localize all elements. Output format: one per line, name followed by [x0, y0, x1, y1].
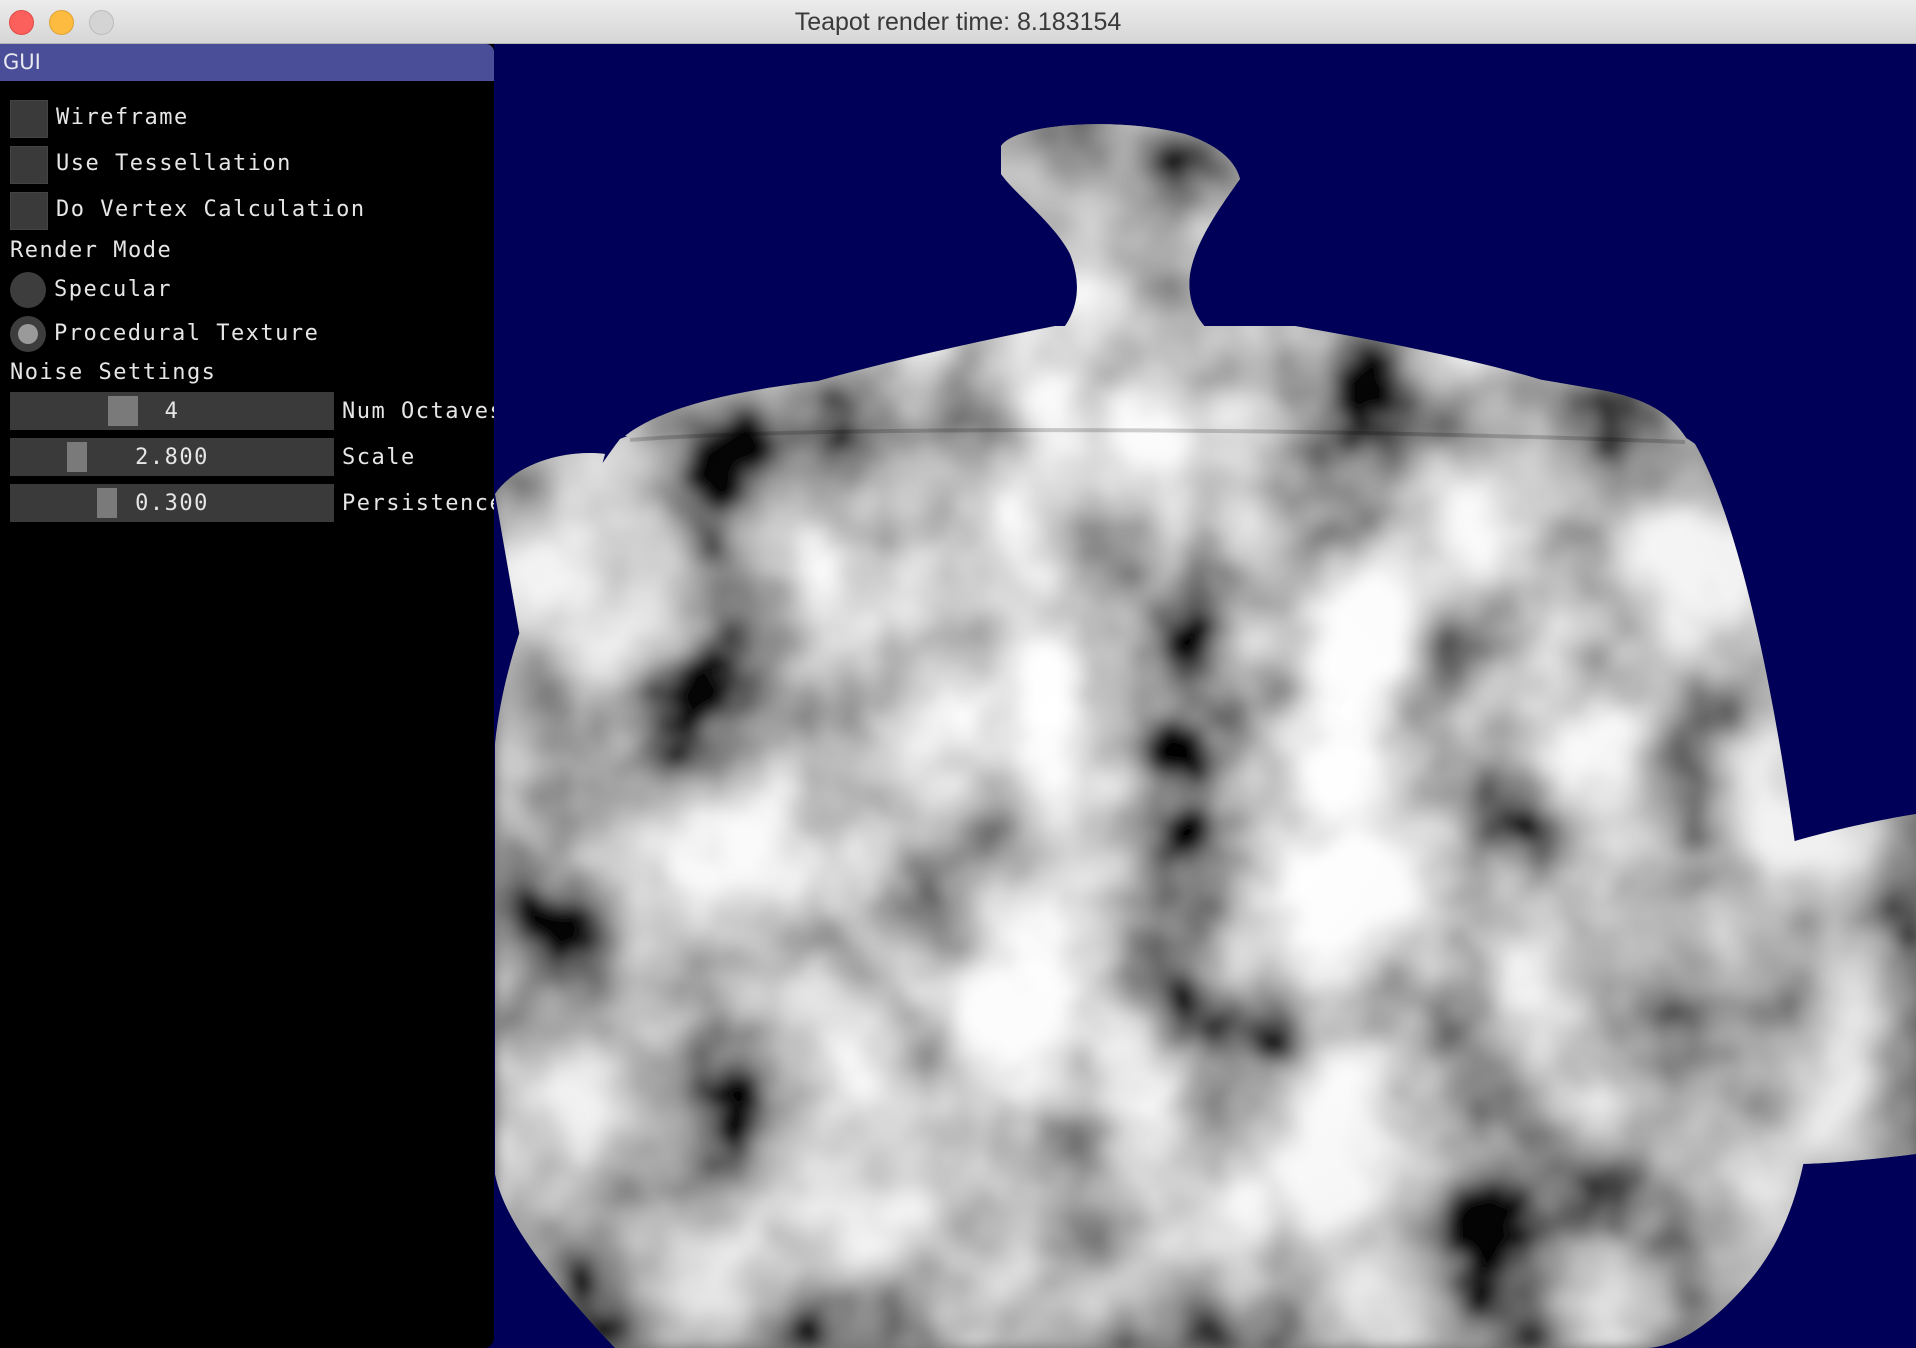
num-octaves-label: Num Octaves: [342, 399, 494, 424]
render-viewport[interactable]: [495, 44, 1916, 1348]
gui-panel-header[interactable]: GUI: [0, 44, 494, 81]
persistence-value: 0.300: [135, 491, 209, 516]
scale-label: Scale: [342, 445, 416, 470]
procedural-texture-radio-row[interactable]: Procedural Texture: [10, 314, 490, 354]
num-octaves-value: 4: [164, 399, 180, 424]
persistence-label: Persistence: [342, 491, 494, 516]
radio-selected-dot: [18, 324, 38, 344]
specular-radio[interactable]: [10, 272, 46, 308]
use-tessellation-checkbox[interactable]: [10, 146, 48, 184]
use-tessellation-checkbox-row[interactable]: Use Tessellation: [10, 144, 490, 184]
persistence-slider[interactable]: 0.300: [10, 484, 334, 522]
wireframe-checkbox[interactable]: [10, 100, 48, 138]
num-octaves-slider-row[interactable]: 4 Num Octaves: [10, 392, 494, 432]
title-bar: Teapot render time: 8.183154: [0, 0, 1916, 44]
procedural-texture-label: Procedural Texture: [54, 321, 320, 346]
scale-slider[interactable]: 2.800: [10, 438, 334, 476]
app-window: Teapot render time: 8.183154 GUI Wirefra…: [0, 0, 1916, 1348]
render-mode-heading: Render Mode: [10, 238, 173, 263]
teapot-render: [495, 124, 1916, 1348]
gui-panel-title: GUI: [3, 50, 41, 74]
persistence-slider-row[interactable]: 0.300 Persistence: [10, 484, 494, 524]
do-vertex-calculation-checkbox[interactable]: [10, 192, 48, 230]
gui-panel: GUI Wireframe Use Tessellation Do Vertex…: [0, 44, 494, 1348]
use-tessellation-label: Use Tessellation: [56, 151, 292, 176]
do-vertex-calculation-checkbox-row[interactable]: Do Vertex Calculation: [10, 190, 490, 230]
scale-slider-row[interactable]: 2.800 Scale: [10, 438, 490, 478]
do-vertex-calculation-label: Do Vertex Calculation: [56, 197, 366, 222]
scale-value: 2.800: [135, 445, 209, 470]
noise-settings-heading: Noise Settings: [10, 360, 217, 385]
window-title: Teapot render time: 8.183154: [794, 8, 1122, 36]
wireframe-label: Wireframe: [56, 105, 189, 130]
wireframe-checkbox-row[interactable]: Wireframe: [10, 98, 490, 138]
num-octaves-slider[interactable]: 4: [10, 392, 334, 430]
procedural-texture-radio[interactable]: [10, 316, 46, 352]
specular-label: Specular: [54, 277, 172, 302]
specular-radio-row[interactable]: Specular: [10, 270, 490, 310]
